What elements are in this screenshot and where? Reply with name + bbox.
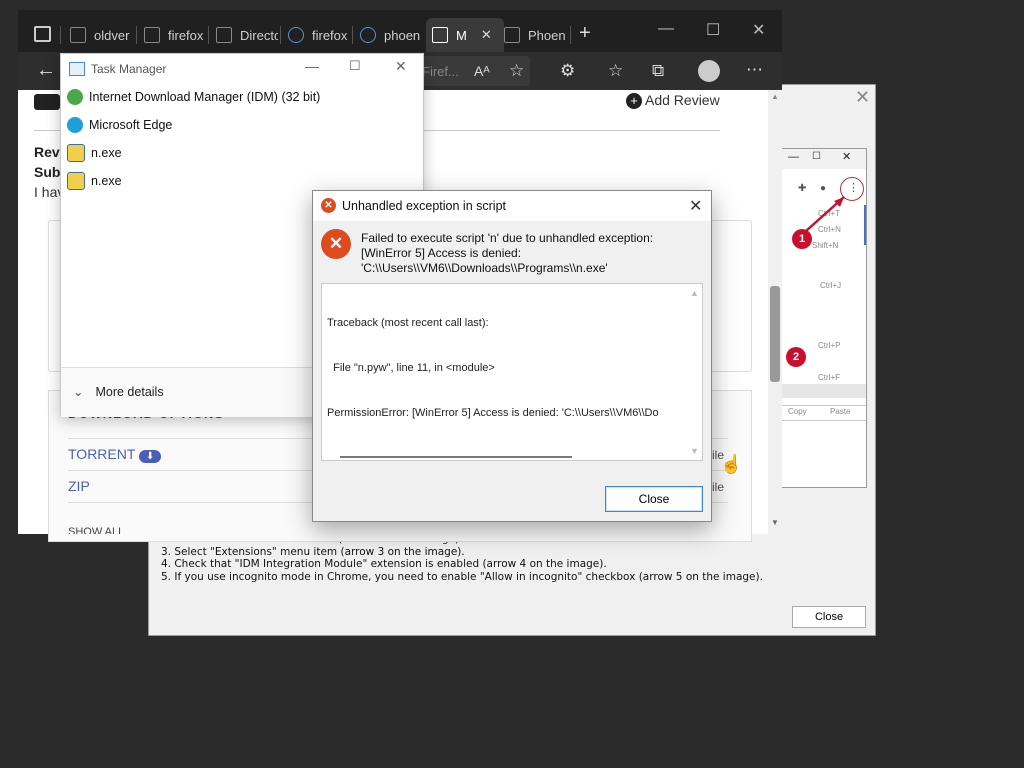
minimize-button[interactable]: — [305, 58, 319, 74]
tab-active[interactable]: M ✕ [426, 18, 504, 52]
favorite-add-icon[interactable]: ☆ [509, 61, 524, 81]
close-window-button[interactable]: ✕ [395, 58, 407, 75]
scroll-down-icon[interactable]: ▼ [771, 518, 779, 527]
dialog-titlebar: ✕ Unhandled exception in script ✕ [313, 191, 711, 221]
traceback-textbox[interactable]: Traceback (most recent call last): File … [321, 283, 703, 461]
read-aloud-icon[interactable]: Aᴬ [474, 61, 490, 81]
scroll-up-icon[interactable]: ▲ [690, 286, 699, 301]
new-tab-button[interactable]: + [579, 22, 591, 45]
download-icon: ⬇ [139, 450, 162, 463]
search-icon [288, 27, 304, 43]
tab-bar: oldver firefox Directo firefox phoen M ✕ … [18, 10, 782, 52]
chevron-down-icon: ⌄ [73, 385, 84, 399]
python-icon [67, 172, 85, 190]
chrome-menu-screenshot: — ☐ ✕ ✚ ● ⋮ Ctrl+T Ctrl+N Shift+N Ctrl+J… [781, 148, 867, 488]
favorites-icon[interactable]: ☆ [608, 61, 623, 81]
library-icon [432, 27, 448, 43]
close-button[interactable]: Close [605, 486, 703, 512]
scroll-down-icon[interactable]: ▼ [690, 444, 699, 459]
error-icon: ✕ [321, 229, 351, 259]
pointer-cursor-icon: ☝ [720, 454, 743, 474]
arrow-1-icon [805, 196, 845, 232]
error-message: Failed to execute script 'n' due to unha… [361, 231, 654, 275]
close-icon[interactable]: ✕ [855, 87, 870, 108]
error-icon: ✕ [321, 198, 336, 213]
instructions-close-button[interactable]: Close [792, 606, 866, 628]
task-manager-icon [69, 62, 85, 76]
address-text: Firef... [422, 64, 459, 79]
collections-icon[interactable]: ⧉ [652, 61, 664, 81]
scrollbar[interactable]: ▲ ▼ [768, 90, 782, 534]
edge-icon [67, 117, 83, 133]
tab-directory[interactable]: Directo [216, 18, 278, 52]
process-row-n-exe[interactable]: n.exe [67, 168, 122, 194]
process-row-idm[interactable]: Internet Download Manager (IDM) (32 bit) [67, 84, 320, 110]
maximize-button[interactable]: ☐ [706, 20, 720, 40]
tab-oldver[interactable]: oldver [70, 18, 134, 52]
search-icon [360, 27, 376, 43]
add-review-link[interactable]: + Add Review [626, 92, 720, 109]
tab-firefox-1[interactable]: firefox [144, 18, 206, 52]
minimize-button[interactable]: — [658, 20, 674, 38]
back-icon[interactable]: ← [36, 60, 56, 80]
close-icon[interactable]: ✕ [689, 196, 702, 216]
close-window-button[interactable]: ✕ [752, 20, 765, 40]
tab-firefox-2[interactable]: firefox [288, 18, 350, 52]
process-row-n-exe[interactable]: n.exe [67, 140, 122, 166]
page-icon [216, 27, 232, 43]
page-icon [144, 27, 160, 43]
error-dialog: ✕ Unhandled exception in script ✕ ✕ Fail… [312, 190, 712, 522]
plus-circle-icon: + [626, 93, 642, 109]
scroll-thumb[interactable] [770, 286, 780, 382]
avatar[interactable] [698, 60, 720, 82]
page-icon [70, 27, 86, 43]
idm-icon [67, 89, 83, 105]
more-details-button[interactable]: ⌄ More details [73, 384, 164, 399]
process-row-edge[interactable]: Microsoft Edge [67, 112, 172, 138]
comment-icon [34, 94, 60, 110]
document-icon [504, 27, 520, 43]
vertical-scrollbar[interactable]: ▲ ▼ [686, 284, 702, 460]
more-icon[interactable]: ⋯ [746, 60, 763, 80]
tab-phoenix[interactable]: Phoen [504, 18, 566, 52]
horizontal-scroll-thumb[interactable] [340, 456, 572, 458]
zip-link[interactable]: ZIP [68, 478, 90, 494]
python-icon [67, 144, 85, 162]
maximize-button[interactable]: ☐ [349, 58, 361, 74]
extensions-icon[interactable]: ⚙ [560, 61, 575, 81]
torrent-link[interactable]: TORRENT ⬇ [68, 446, 162, 463]
arrow-badge-2: 2 [786, 347, 806, 367]
scroll-up-icon[interactable]: ▲ [771, 92, 779, 101]
tab-phoenix-search[interactable]: phoen [360, 18, 422, 52]
tab-actions-icon[interactable] [34, 26, 51, 42]
tab-close-icon[interactable]: ✕ [481, 27, 492, 43]
